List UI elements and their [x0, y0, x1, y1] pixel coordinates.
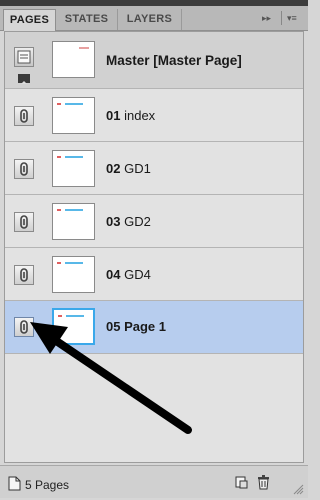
tab-states[interactable]: STATES: [56, 9, 118, 30]
panel-footer: 5 Pages: [0, 465, 308, 498]
pages-list: Master [Master Page] 01 index 02 GD1 03 …: [4, 31, 304, 463]
master-toggle-icon[interactable]: [18, 74, 30, 84]
duplicate-page-icon[interactable]: [235, 476, 249, 495]
resize-grip-icon[interactable]: [292, 482, 304, 500]
page-label: 05 Page 1: [106, 319, 167, 334]
page-link-icon: [14, 317, 34, 337]
page-count: 5 Pages: [25, 478, 70, 492]
page-thumbnail: [52, 256, 95, 293]
page-thumbnail: [52, 97, 95, 134]
panel-tab-bar: PAGES STATES LAYERS ▸▸ ▾≡: [0, 6, 308, 31]
page-label: 03 GD2: [106, 214, 151, 229]
master-page-row[interactable]: Master [Master Page]: [5, 32, 303, 89]
master-page-icon: [14, 47, 34, 67]
collapse-panel-icon[interactable]: ▸▸: [262, 13, 271, 24]
trash-icon[interactable]: [257, 475, 270, 495]
divider: [281, 11, 282, 25]
page-link-icon: [14, 265, 34, 285]
page-row[interactable]: 03 GD2: [5, 195, 303, 248]
page-label: 02 GD1: [106, 161, 151, 176]
tab-layers[interactable]: LAYERS: [118, 9, 182, 30]
page-row[interactable]: 04 GD4: [5, 248, 303, 301]
page-row-selected[interactable]: 05 Page 1: [5, 301, 303, 354]
page-thumbnail: [52, 150, 95, 187]
master-thumbnail: [52, 41, 95, 78]
pages-panel: PAGES STATES LAYERS ▸▸ ▾≡ Master [Master…: [0, 0, 308, 498]
page-label: 04 GD4: [106, 267, 151, 282]
page-link-icon: [14, 106, 34, 126]
page-link-icon: [14, 212, 34, 232]
tab-pages[interactable]: PAGES: [3, 9, 56, 31]
page-row[interactable]: 01 index: [5, 89, 303, 142]
page-thumbnail-selected: [52, 308, 95, 345]
panel-menu-icon[interactable]: ▾≡: [287, 13, 297, 24]
master-page-label: Master [Master Page]: [106, 53, 242, 68]
page-row[interactable]: 02 GD1: [5, 142, 303, 195]
page-link-icon: [14, 159, 34, 179]
page-label: 01 index: [106, 108, 156, 123]
new-page-icon[interactable]: [8, 476, 21, 496]
page-thumbnail: [52, 203, 95, 240]
